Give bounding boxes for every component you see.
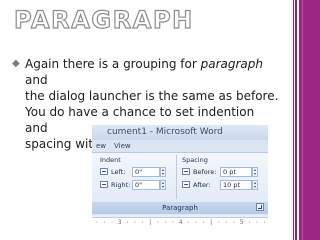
indent-left-label: Left: xyxy=(111,168,126,176)
spacing-after-spinner[interactable] xyxy=(252,180,258,190)
ruler: · · · 3 · · · | · · · 4 · · · | · · · 5 … xyxy=(92,217,268,228)
dialog-launcher-icon[interactable] xyxy=(256,203,264,211)
indent-left-input[interactable]: 0" xyxy=(132,167,160,177)
bullet-line-text: Again there is a grouping for xyxy=(25,57,201,71)
indent-right-input[interactable]: 0" xyxy=(132,180,160,190)
spacing-before-spinner[interactable] xyxy=(252,167,258,177)
word-menu-bar: ew View xyxy=(92,140,268,153)
menu-item-view[interactable]: View xyxy=(114,141,131,151)
bullet-line-emphasis: paragraph xyxy=(200,57,263,71)
group-divider xyxy=(176,155,177,199)
paragraph-group-label: Paragraph xyxy=(162,204,198,212)
word-titlebar: cument1 - Microsoft Word xyxy=(92,125,268,140)
indent-left-icon xyxy=(100,168,108,175)
word-ribbon-screenshot: cument1 - Microsoft Word ew View Indent … xyxy=(92,125,268,228)
strip-line xyxy=(295,0,297,240)
word-window-title: cument1 - Microsoft Word xyxy=(107,127,223,137)
indent-left-spinner[interactable] xyxy=(160,167,166,177)
bullet-line: Again there is a grouping for paragraph … xyxy=(25,56,280,88)
spacing-before-icon xyxy=(182,168,190,175)
bullet-icon: ◆ xyxy=(12,58,20,69)
spacing-before-label: Before: xyxy=(193,168,217,176)
spacing-after-icon xyxy=(182,181,190,188)
spacing-before-input[interactable]: 0 pt xyxy=(220,167,252,177)
indent-right-icon xyxy=(100,181,108,188)
spacing-after-input[interactable]: 10 pt xyxy=(220,180,252,190)
strip-line xyxy=(302,0,303,240)
menu-item-view-partial[interactable]: ew xyxy=(96,141,106,151)
slide-title: PARAGRAPH xyxy=(13,5,194,34)
decorative-side-strip xyxy=(293,0,320,240)
strip-line xyxy=(293,0,294,240)
paragraph-group-bar: Paragraph xyxy=(92,202,268,214)
bullet-line: the dialog launcher is the same as befor… xyxy=(25,89,279,103)
bullet-line-text: and xyxy=(25,73,48,87)
spacing-group-label: Spacing xyxy=(182,156,208,164)
ruler-ticks: · · · 3 · · · | · · · 4 · · · | · · · 5 … xyxy=(95,219,267,226)
indent-group-label: Indent xyxy=(100,156,121,164)
indent-right-spinner[interactable] xyxy=(160,180,166,190)
slide: PARAGRAPH ◆ Again there is a grouping fo… xyxy=(0,0,320,240)
spacing-after-label: After: xyxy=(193,181,211,189)
indent-right-label: Right: xyxy=(111,181,131,189)
